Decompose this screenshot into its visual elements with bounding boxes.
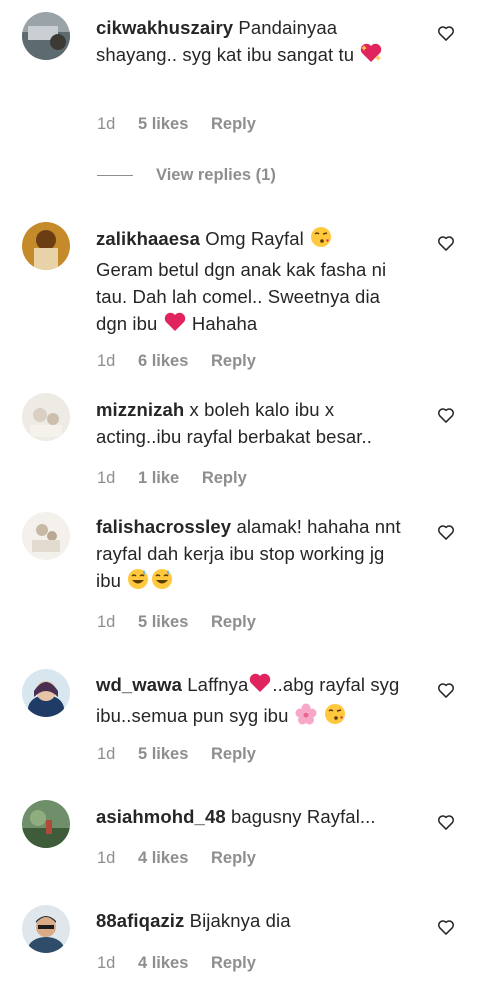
avatar[interactable] — [22, 12, 70, 60]
comment-text: Bijaknya dia — [189, 910, 291, 931]
like-heart-icon[interactable] — [436, 23, 456, 43]
comment-username[interactable]: zalikhaaesa — [96, 228, 200, 249]
avatar[interactable] — [22, 393, 70, 441]
comment-time: 1d — [97, 745, 116, 763]
comment-username[interactable]: wd_wawa — [96, 674, 182, 695]
comment-meta: 1d 4 likes Reply — [97, 954, 274, 973]
reply-button[interactable]: Reply — [211, 849, 256, 867]
comment-meta: 1d 5 likes Reply — [97, 115, 274, 134]
comment-meta: 1d 1 like Reply — [97, 469, 265, 488]
cherry-blossom-icon — [294, 702, 318, 733]
grinning-sweat-face-icon — [126, 567, 150, 598]
like-heart-icon[interactable] — [436, 812, 456, 832]
like-heart-icon[interactable] — [436, 522, 456, 542]
grinning-sweat-face-icon — [150, 567, 174, 598]
avatar[interactable] — [22, 512, 70, 560]
comment-text: bagusny Rayfal... — [230, 806, 376, 827]
red-heart-icon — [248, 671, 272, 702]
comment-body: zalikhaaesa Omg Rayfal Geram betul dgn a… — [96, 225, 406, 341]
likes-count[interactable]: 6 likes — [138, 352, 188, 370]
comment-username[interactable]: falishacrossley — [96, 516, 231, 537]
comment-meta: 1d 6 likes Reply — [97, 352, 274, 371]
reply-button[interactable]: Reply — [211, 954, 256, 972]
comment-text: Laffnya — [187, 674, 249, 695]
avatar[interactable] — [22, 800, 70, 848]
avatar[interactable] — [22, 905, 70, 953]
kissing-face-icon — [323, 702, 347, 733]
comment-body: 88afiqaziz Bijaknya dia — [96, 907, 406, 934]
comment-time: 1d — [97, 469, 116, 487]
like-heart-icon[interactable] — [436, 917, 456, 937]
reply-button[interactable]: Reply — [202, 469, 247, 487]
reply-button[interactable]: Reply — [211, 745, 256, 763]
likes-count[interactable]: 1 like — [138, 469, 179, 487]
likes-count[interactable]: 5 likes — [138, 115, 188, 133]
comment-meta: 1d 5 likes Reply — [97, 745, 274, 764]
comment-username[interactable]: mizznizah — [96, 399, 184, 420]
view-replies-button[interactable]: View replies (1) — [97, 166, 276, 185]
divider-line — [97, 175, 133, 177]
comment-meta: 1d 4 likes Reply — [97, 849, 274, 868]
comment-time: 1d — [97, 849, 116, 867]
comment-body: wd_wawa Laffnya ..abg rayfal syg ibu..se… — [96, 671, 406, 733]
reply-button[interactable]: Reply — [211, 115, 256, 133]
comment-body: asiahmohd_48 bagusny Rayfal... — [96, 803, 406, 830]
like-heart-icon[interactable] — [436, 680, 456, 700]
comment-text-line3: Hahaha — [191, 313, 258, 334]
comment-text: Omg Rayfal — [205, 228, 304, 249]
avatar[interactable] — [22, 669, 70, 717]
comment-username[interactable]: asiahmohd_48 — [96, 806, 226, 827]
likes-count[interactable]: 5 likes — [138, 745, 188, 763]
kissing-face-icon — [309, 225, 333, 256]
likes-count[interactable]: 4 likes — [138, 849, 188, 867]
red-heart-icon — [163, 310, 187, 341]
comment-time: 1d — [97, 115, 116, 133]
reply-button[interactable]: Reply — [211, 613, 256, 631]
view-replies-label: View replies (1) — [156, 166, 276, 184]
like-heart-icon[interactable] — [436, 405, 456, 425]
likes-count[interactable]: 4 likes — [138, 954, 188, 972]
like-heart-icon[interactable] — [436, 233, 456, 253]
comment-time: 1d — [97, 352, 116, 370]
comment-meta: 1d 5 likes Reply — [97, 613, 274, 632]
comment-body: falishacrossley alamak! hahaha nnt rayfa… — [96, 513, 406, 598]
comment-body: mizznizah x boleh kalo ibu x acting..ibu… — [96, 396, 406, 450]
sparkling-heart-icon — [359, 41, 383, 72]
comment-time: 1d — [97, 613, 116, 631]
reply-button[interactable]: Reply — [211, 352, 256, 370]
avatar[interactable] — [22, 222, 70, 270]
comment-username[interactable]: cikwakhuszairy — [96, 17, 233, 38]
comment-username[interactable]: 88afiqaziz — [96, 910, 184, 931]
likes-count[interactable]: 5 likes — [138, 613, 188, 631]
comment-body: cikwakhuszairy Pandainyaa shayang.. syg … — [96, 14, 406, 72]
comment-time: 1d — [97, 954, 116, 972]
